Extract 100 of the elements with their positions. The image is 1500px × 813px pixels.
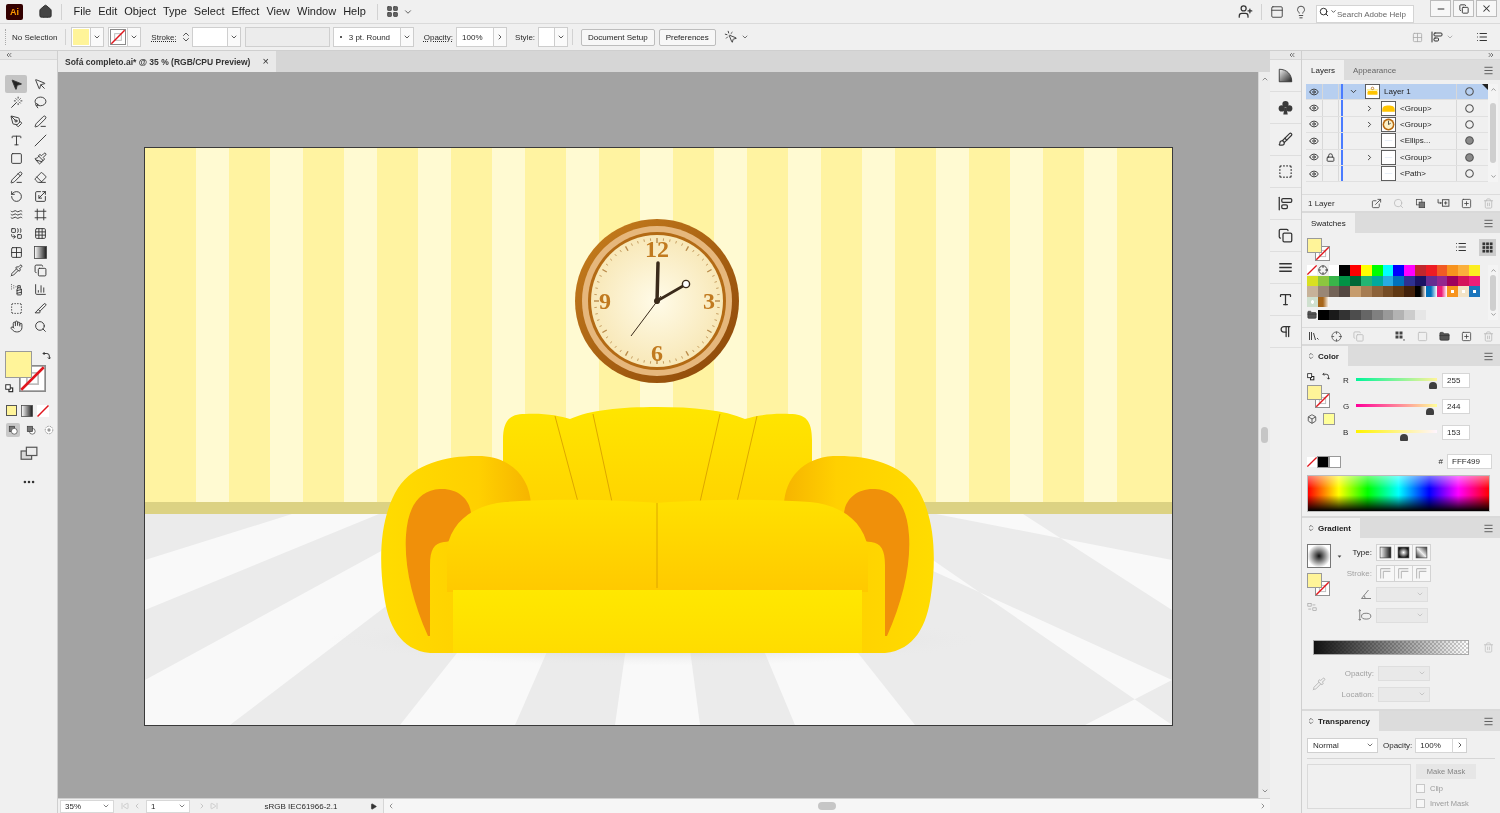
visibility-toggle[interactable]: [1306, 84, 1323, 100]
web-color-swatch[interactable]: [1323, 413, 1335, 426]
gradient-mode-icon[interactable]: [21, 404, 33, 417]
color-swatch[interactable]: [1328, 275, 1340, 287]
menu-item[interactable]: View: [262, 3, 294, 20]
color-swatch[interactable]: [1382, 286, 1394, 297]
color-swatch[interactable]: [1458, 275, 1469, 287]
artboard-field[interactable]: 1: [146, 799, 190, 813]
double-chevron-icon[interactable]: [1487, 51, 1495, 59]
visibility-toggle[interactable]: [1306, 116, 1323, 133]
color-swatch[interactable]: [1339, 275, 1351, 287]
pointer-click-icon[interactable]: [723, 30, 738, 44]
document-tab[interactable]: Sofá completo.ai* @ 35 % (RGB/CPU Preview) ×: [58, 51, 276, 72]
color-mode-icon[interactable]: [6, 405, 17, 417]
menu-item[interactable]: Select: [190, 3, 228, 20]
opacity-field[interactable]: 100%: [1415, 737, 1454, 753]
color-spectrum[interactable]: [1307, 475, 1490, 512]
default-colors-icon[interactable]: [1307, 372, 1315, 381]
menu-item[interactable]: Effect: [227, 3, 263, 20]
opacity-field[interactable]: 100%: [456, 27, 495, 47]
pilcrow-icon[interactable]: [1278, 324, 1293, 339]
club-icon[interactable]: [1278, 100, 1293, 115]
target-circle-icon[interactable]: [1465, 136, 1474, 146]
menu-item[interactable]: Type: [159, 3, 191, 20]
scrollbar-thumb[interactable]: [1490, 103, 1496, 164]
channel-value-field[interactable]: 255: [1442, 373, 1470, 388]
color-swatch[interactable]: [1382, 265, 1394, 276]
none-swatch-icon[interactable]: [1307, 265, 1318, 276]
none-swatch-icon[interactable]: [1307, 456, 1317, 467]
color-swatch[interactable]: [1382, 275, 1394, 287]
scroll-right-icon[interactable]: [1259, 802, 1267, 810]
add-square-icon[interactable]: [1461, 197, 1472, 209]
scroll-down-icon[interactable]: [1260, 787, 1269, 795]
color-swatch[interactable]: [1436, 265, 1448, 276]
panel-tab[interactable]: Layers: [1302, 60, 1344, 80]
color-swatch[interactable]: [1328, 309, 1340, 321]
color-swatch[interactable]: [1328, 286, 1340, 297]
color-swatch[interactable]: [1361, 309, 1372, 321]
slider-thumb[interactable]: [1399, 433, 1408, 441]
caret-down-icon[interactable]: [1337, 553, 1342, 559]
color-swatch[interactable]: [1371, 309, 1383, 321]
color-swatch[interactable]: [1339, 309, 1351, 321]
double-chevron-icon[interactable]: [1288, 51, 1296, 59]
target-circle-icon[interactable]: [1465, 87, 1474, 97]
angle-field[interactable]: [1376, 586, 1428, 602]
layer-row[interactable]: Layer 1: [1306, 84, 1488, 101]
horizontal-lines-icon[interactable]: [1278, 260, 1293, 275]
pattern-swatch[interactable]: [1468, 286, 1480, 297]
menu-item[interactable]: Help: [339, 3, 370, 20]
fill-color-swatch[interactable]: [1307, 238, 1322, 253]
color-swatch[interactable]: [1317, 275, 1329, 287]
opacity-field[interactable]: [1378, 665, 1430, 681]
overlapping-squares-icon[interactable]: [1278, 228, 1293, 243]
gradient-type-button[interactable]: [1376, 543, 1395, 561]
control-bar-button[interactable]: Preferences: [658, 28, 716, 46]
color-swatch[interactable]: [1414, 275, 1426, 287]
fill-color-swatch[interactable]: [73, 29, 90, 45]
color-swatch[interactable]: [1339, 265, 1351, 276]
align-bars-icon[interactable]: [1278, 196, 1293, 211]
scrollbar-thumb[interactable]: [1490, 274, 1496, 311]
panel-window-icon[interactable]: [1270, 4, 1284, 19]
panel-menu-icon[interactable]: [1483, 350, 1494, 362]
layer-row[interactable]: <Group>: [1306, 149, 1488, 166]
layer-row[interactable]: <Group>: [1306, 100, 1488, 117]
panel-menu-icon[interactable]: [1483, 64, 1494, 76]
color-swatch[interactable]: [1447, 275, 1459, 287]
fill-color-swatch[interactable]: [5, 350, 32, 378]
layer-row[interactable]: <Group>: [1306, 116, 1488, 134]
color-swatch[interactable]: [1425, 265, 1437, 276]
menu-item[interactable]: File: [70, 3, 95, 20]
draw-mode-button[interactable]: [6, 422, 20, 437]
visibility-toggle[interactable]: [1306, 149, 1323, 165]
close-tab-button[interactable]: ×: [260, 56, 271, 67]
scrollbar-thumb[interactable]: [818, 802, 836, 810]
swap-arrow-icon[interactable]: [1321, 372, 1330, 381]
visibility-toggle[interactable]: [1306, 133, 1323, 149]
fill-color-swatch[interactable]: [1307, 573, 1322, 588]
target-circle-icon[interactable]: [1465, 169, 1474, 179]
aspect-ratio-field[interactable]: [1376, 607, 1428, 623]
color-swatch[interactable]: [1404, 286, 1415, 297]
color-swatch[interactable]: [1371, 286, 1383, 297]
stroke-weight-field[interactable]: [191, 27, 228, 47]
style-swatch[interactable]: [538, 27, 556, 47]
color-swatch[interactable]: [1339, 286, 1351, 297]
color-swatch[interactable]: [1404, 265, 1415, 276]
quick-swatch[interactable]: [1317, 455, 1329, 468]
workspace-grid-icon[interactable]: [386, 5, 400, 18]
slider-thumb[interactable]: [1429, 381, 1437, 389]
lightbulb-icon[interactable]: [1294, 4, 1308, 19]
color-swatch[interactable]: [1317, 309, 1329, 321]
chevron-down-icon[interactable]: [740, 33, 749, 41]
align-bars-icon[interactable]: [1431, 31, 1443, 43]
color-swatch[interactable]: [1425, 275, 1437, 287]
color-swatch[interactable]: [1436, 275, 1448, 287]
menu-item[interactable]: Window: [293, 3, 340, 20]
color-swatch[interactable]: [1350, 275, 1361, 287]
target-circle-icon[interactable]: [1465, 103, 1474, 113]
channel-value-field[interactable]: 153: [1442, 425, 1470, 440]
menu-item[interactable]: Object: [120, 3, 160, 20]
slider-thumb[interactable]: [1425, 407, 1434, 415]
